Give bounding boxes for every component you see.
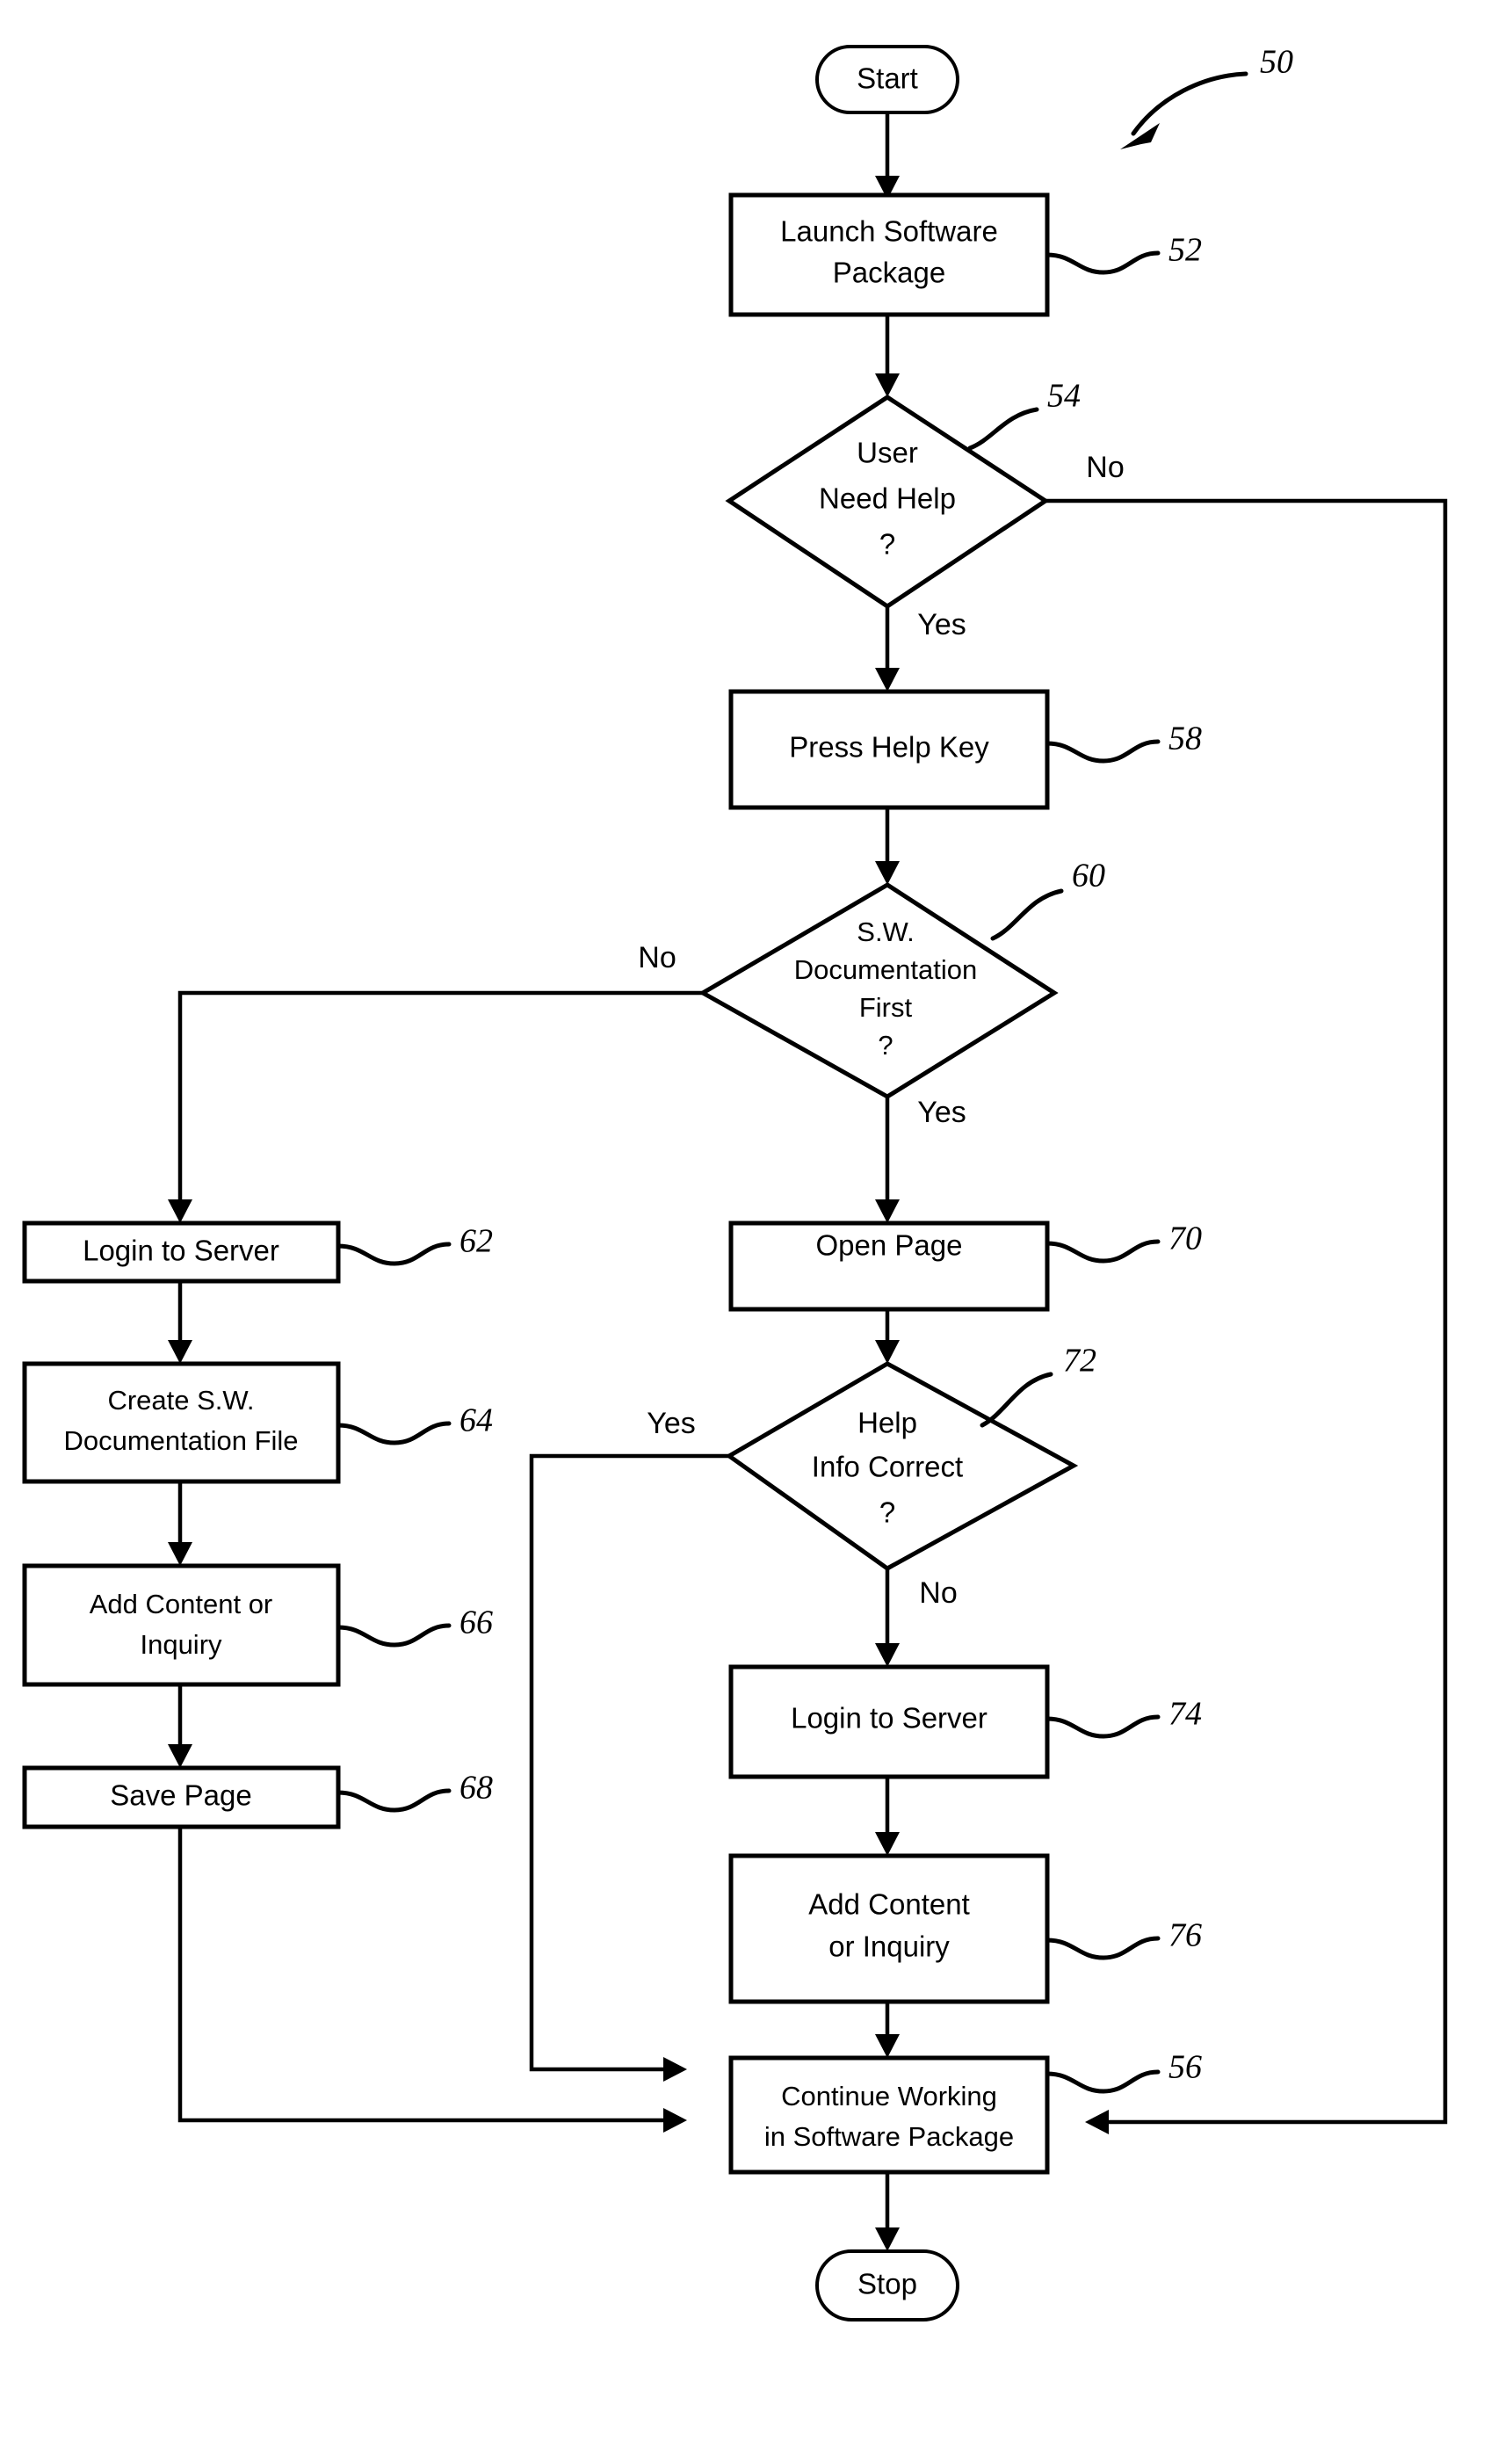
branch-label-help-info-correct-yes: Yes bbox=[647, 1407, 695, 1440]
process-create-sw-documentation-file-line2: Documentation File bbox=[63, 1425, 298, 1456]
leader-58 bbox=[1045, 739, 1161, 764]
leader-62 bbox=[336, 1242, 452, 1266]
process-open-page-label: Open Page bbox=[816, 1229, 963, 1262]
process-login-to-server-right-label: Login to Server bbox=[791, 1702, 988, 1735]
leader-74 bbox=[1045, 1714, 1161, 1739]
connector-save68-to-continue bbox=[177, 1827, 668, 2123]
arrowhead-create64-to-add66 bbox=[168, 1542, 192, 1566]
leader-52 bbox=[1045, 250, 1161, 275]
leader-56 bbox=[1045, 2069, 1161, 2094]
ref-number-76: 76 bbox=[1168, 1917, 1202, 1954]
arrowhead-launch-to-needhelp bbox=[875, 373, 900, 397]
process-continue-working bbox=[728, 2055, 1050, 2175]
process-create-sw-documentation-file bbox=[22, 1361, 341, 1484]
decision-user-need-help-line3: ? bbox=[879, 528, 895, 561]
ref-number-54: 54 bbox=[1047, 378, 1081, 415]
ref-number-66: 66 bbox=[459, 1604, 493, 1641]
ref-number-62: 62 bbox=[459, 1223, 493, 1260]
ref-number-72: 72 bbox=[1063, 1343, 1096, 1380]
leader-68 bbox=[336, 1788, 452, 1813]
terminator-start-label: Start bbox=[857, 62, 918, 95]
process-launch-software-package-line2: Package bbox=[833, 257, 945, 289]
ref-number-68: 68 bbox=[459, 1770, 493, 1807]
process-launch-software-package-line1: Launch Software bbox=[780, 215, 998, 248]
decision-help-info-correct-line3: ? bbox=[879, 1496, 895, 1529]
arrowhead-needhelp-yes-to-presshelp bbox=[875, 668, 900, 692]
branch-label-user-need-help-yes: Yes bbox=[917, 608, 966, 641]
process-add-content-or-inquiry-right bbox=[728, 1853, 1050, 2004]
ref-number-52: 52 bbox=[1168, 232, 1202, 269]
ref-number-56: 56 bbox=[1168, 2049, 1202, 2086]
ref-number-64: 64 bbox=[459, 1402, 493, 1439]
decision-sw-documentation-first-line2: Documentation bbox=[794, 954, 978, 985]
leader-60 bbox=[990, 888, 1064, 941]
process-save-page-label: Save Page bbox=[110, 1779, 251, 1812]
branch-label-help-info-correct-no: No bbox=[919, 1576, 957, 1610]
arrowhead-swdoc-no-to-login62 bbox=[168, 1199, 192, 1223]
arrowhead-presshelp-to-swdoc bbox=[875, 861, 900, 885]
process-add-content-or-inquiry-left-line1: Add Content or bbox=[90, 1589, 273, 1619]
process-press-help-key-label: Press Help Key bbox=[789, 731, 989, 764]
ref-number-60: 60 bbox=[1072, 858, 1105, 895]
connector-helpinfo-yes-to-continue bbox=[529, 1453, 729, 2072]
decision-sw-documentation-first-line1: S.W. bbox=[857, 916, 914, 947]
arrowhead-continue-to-stop bbox=[875, 2227, 900, 2251]
process-launch-software-package bbox=[728, 192, 1050, 317]
decision-sw-documentation-first-line3: First bbox=[859, 992, 913, 1023]
leader-66 bbox=[336, 1623, 452, 1648]
ref-number-58: 58 bbox=[1168, 721, 1202, 757]
arrowhead-login74-to-add76 bbox=[875, 1832, 900, 1856]
figure-ref-number: 50 bbox=[1260, 44, 1293, 81]
terminator-stop-label: Stop bbox=[857, 2268, 917, 2300]
leader-70 bbox=[1045, 1239, 1161, 1264]
decision-help-info-correct-line1: Help bbox=[857, 1407, 917, 1439]
leader-76 bbox=[1045, 1936, 1161, 1960]
decision-user-need-help-line1: User bbox=[857, 437, 918, 469]
process-create-sw-documentation-file-line1: Create S.W. bbox=[107, 1385, 254, 1416]
process-add-content-or-inquiry-left bbox=[22, 1563, 341, 1687]
figure-ref-leader-arrow bbox=[1131, 71, 1248, 136]
leader-64 bbox=[336, 1421, 452, 1445]
arrowhead-openpage-to-helpinfo bbox=[875, 1340, 900, 1364]
process-login-to-server-left-label: Login to Server bbox=[83, 1235, 279, 1267]
ref-number-70: 70 bbox=[1168, 1220, 1202, 1257]
process-add-content-or-inquiry-left-line2: Inquiry bbox=[140, 1629, 222, 1660]
process-continue-working-line2: in Software Package bbox=[764, 2121, 1014, 2152]
branch-label-sw-doc-first-yes: Yes bbox=[917, 1096, 966, 1129]
decision-user-need-help-line2: Need Help bbox=[819, 482, 956, 515]
decision-help-info-correct-line2: Info Correct bbox=[812, 1451, 963, 1483]
process-continue-working-line1: Continue Working bbox=[781, 2081, 997, 2111]
branch-label-sw-doc-first-no: No bbox=[638, 941, 676, 974]
arrowhead-login62-to-create64 bbox=[168, 1340, 192, 1364]
arrowhead-swdoc-yes-to-openpage bbox=[875, 1199, 900, 1223]
leader-72 bbox=[980, 1372, 1053, 1428]
leader-54 bbox=[967, 407, 1039, 451]
arrowhead-save68-to-continue bbox=[663, 2108, 687, 2133]
flowchart-diagram: 50 Start Launch Software Package 52 User… bbox=[22, 44, 1448, 2321]
branch-label-user-need-help-no: No bbox=[1086, 451, 1124, 484]
decision-sw-documentation-first-line4: ? bbox=[878, 1030, 893, 1061]
flowchart-canvas: 50 Start Launch Software Package 52 User… bbox=[0, 0, 1512, 2441]
connector-swdoc-no-to-login62 bbox=[177, 990, 703, 1204]
ref-number-74: 74 bbox=[1168, 1696, 1202, 1733]
arrowhead-add76-to-continue bbox=[875, 2034, 900, 2058]
arrowhead-helpinfo-yes-to-continue bbox=[663, 2057, 687, 2082]
process-add-content-or-inquiry-right-line1: Add Content bbox=[808, 1888, 969, 1921]
process-add-content-or-inquiry-right-line2: or Inquiry bbox=[828, 1930, 950, 1963]
arrowhead-add66-to-save68 bbox=[168, 1744, 192, 1768]
arrowhead-helpinfo-no-to-login74 bbox=[875, 1643, 900, 1667]
connector-needhelp-no-to-continue bbox=[1045, 498, 1448, 2125]
arrowhead-needhelp-no-to-continue bbox=[1085, 2110, 1109, 2134]
